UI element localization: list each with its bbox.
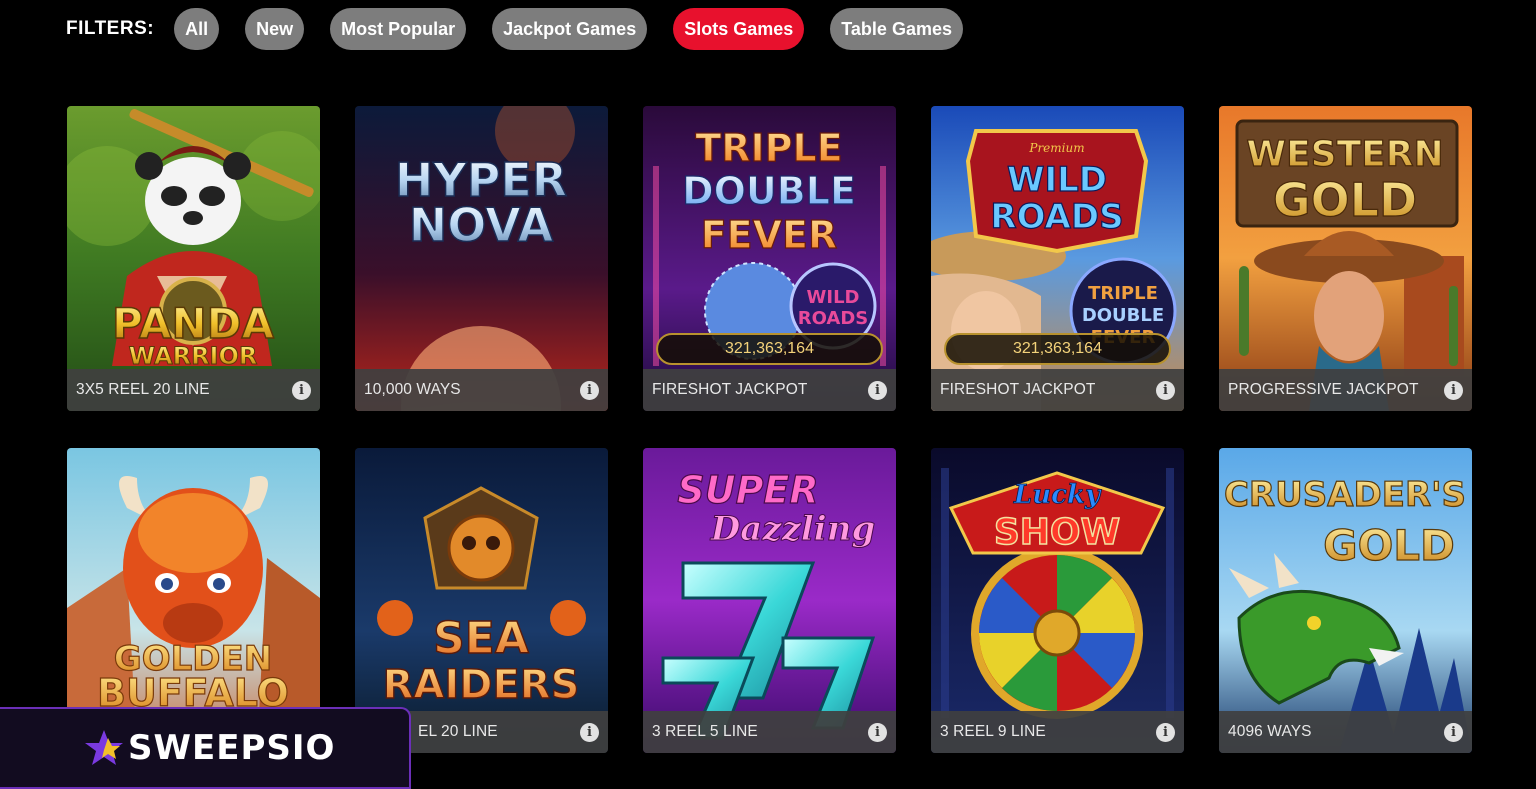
badge-line-1: TRIPLE: [1088, 283, 1158, 304]
game-tile-hyper-nova[interactable]: HYPER NOVA 10,000 WAYS i: [355, 106, 608, 411]
game-title-line-2: RAIDERS: [383, 662, 580, 708]
sweepsio-logo-banner: SWEEPSIO: [0, 707, 411, 789]
badge-line-2: DOUBLE: [1082, 305, 1164, 326]
game-title-line-1: WILD: [1007, 160, 1107, 200]
game-title-line-2: WARRIOR: [129, 342, 258, 370]
jackpot-amount: 321,363,164: [944, 333, 1171, 365]
game-type-label: EL 20 LINE: [418, 723, 498, 740]
game-title-line-2: Dazzling: [710, 509, 875, 549]
game-caption: FIRESHOT JACKPOT i: [643, 369, 896, 411]
game-title-line-1: SUPER: [677, 468, 818, 512]
game-type-label: 3X5 REEL 20 LINE: [76, 381, 210, 398]
game-type-label: FIRESHOT JACKPOT: [940, 381, 1096, 398]
game-title-line-1: Lucky: [1013, 480, 1102, 510]
filter-most-popular-chip[interactable]: Most Popular: [330, 8, 467, 50]
info-icon[interactable]: i: [1444, 380, 1463, 400]
filters-label: FILTERS:: [66, 18, 155, 39]
game-caption: 3 REEL 9 LINE i: [931, 711, 1184, 753]
game-title-line-2: NOVA: [409, 198, 554, 252]
game-type-label: 4096 WAYS: [1228, 723, 1312, 740]
game-type-label: 10,000 WAYS: [364, 381, 461, 398]
game-caption: 3 REEL 5 LINE i: [643, 711, 896, 753]
filter-jackpot-games-chip[interactable]: Jackpot Games: [492, 8, 648, 50]
game-tile-lucky-show[interactable]: Lucky SHOW 3 REEL 9 LINE i: [931, 448, 1184, 753]
filter-slots-games-chip[interactable]: Slots Games: [673, 8, 805, 50]
info-icon[interactable]: i: [1444, 722, 1463, 742]
game-art: HYPER NOVA: [355, 106, 608, 411]
brand-name: SWEEPSIO: [128, 728, 336, 768]
info-icon[interactable]: i: [1156, 380, 1175, 400]
jackpot-amount: 321,363,164: [656, 333, 883, 365]
filter-all-chip[interactable]: All: [174, 8, 220, 50]
game-art: CRUSADER'S GOLD: [1219, 448, 1472, 753]
game-title-line-2: DOUBLE: [682, 169, 856, 213]
game-title-line-1: SEA: [433, 613, 529, 664]
game-art: WILD ROADS TRIPLE DOUBLE FEVER: [643, 106, 896, 411]
game-tile-super-dazzling[interactable]: SUPER Dazzling 3 REEL 5 LINE i: [643, 448, 896, 753]
game-art: Premium WILD ROADS TRIPLE DOUBLE FEVER: [931, 106, 1184, 411]
game-caption: FIRESHOT JACKPOT i: [931, 369, 1184, 411]
game-caption: 4096 WAYS i: [1219, 711, 1472, 753]
game-type-label: FIRESHOT JACKPOT: [652, 381, 808, 398]
game-title-premium: Premium: [1028, 141, 1084, 155]
game-art: Lucky SHOW: [931, 448, 1184, 753]
game-tile-crusaders-gold[interactable]: CRUSADER'S GOLD 4096 WAYS i: [1219, 448, 1472, 753]
star-icon: [85, 730, 123, 765]
filter-bar: FILTERS: All New Most Popular Jackpot Ga…: [66, 8, 989, 50]
game-caption: PROGRESSIVE JACKPOT i: [1219, 369, 1472, 411]
game-title-line-1: CRUSADER'S: [1224, 475, 1466, 515]
game-caption: 10,000 WAYS i: [355, 369, 608, 411]
game-title-line-2: GOLD: [1323, 521, 1455, 570]
info-icon[interactable]: i: [868, 722, 887, 742]
game-title-line-1: WESTERN: [1246, 134, 1443, 175]
game-caption: 3X5 REEL 20 LINE i: [67, 369, 320, 411]
info-icon[interactable]: i: [580, 722, 599, 742]
info-icon[interactable]: i: [292, 380, 311, 400]
badge-line-1: WILD: [807, 287, 860, 308]
game-title-line-1: TRIPLE: [695, 126, 842, 170]
info-icon[interactable]: i: [580, 380, 599, 400]
game-art: WESTERN GOLD: [1219, 106, 1472, 411]
game-tile-panda-warrior[interactable]: PANDA WARRIOR 3X5 REEL 20 LINE i: [67, 106, 320, 411]
game-title-line-2: ROADS: [990, 197, 1123, 237]
game-type-label: PROGRESSIVE JACKPOT: [1228, 381, 1419, 398]
info-icon[interactable]: i: [868, 380, 887, 400]
game-tile-triple-double-fever[interactable]: WILD ROADS TRIPLE DOUBLE FEVER 321,363,1…: [643, 106, 896, 411]
game-art: SUPER Dazzling: [643, 448, 896, 753]
badge-line-2: ROADS: [798, 308, 869, 329]
game-type-label: 3 REEL 9 LINE: [940, 723, 1046, 740]
info-icon[interactable]: i: [1156, 722, 1175, 742]
game-title-line-2: GOLD: [1273, 173, 1417, 227]
game-tile-western-gold[interactable]: WESTERN GOLD PROGRESSIVE JACKPOT i: [1219, 106, 1472, 411]
filter-table-games-chip[interactable]: Table Games: [830, 8, 963, 50]
game-type-label: 3 REEL 5 LINE: [652, 723, 758, 740]
game-title-line-3: FEVER: [701, 213, 838, 257]
game-title-line-2: SHOW: [994, 512, 1120, 553]
game-title-line-1: PANDA: [112, 299, 274, 348]
game-tile-wild-roads[interactable]: Premium WILD ROADS TRIPLE DOUBLE FEVER 3…: [931, 106, 1184, 411]
game-art: PANDA WARRIOR: [67, 106, 320, 411]
filter-new-chip[interactable]: New: [245, 8, 305, 50]
